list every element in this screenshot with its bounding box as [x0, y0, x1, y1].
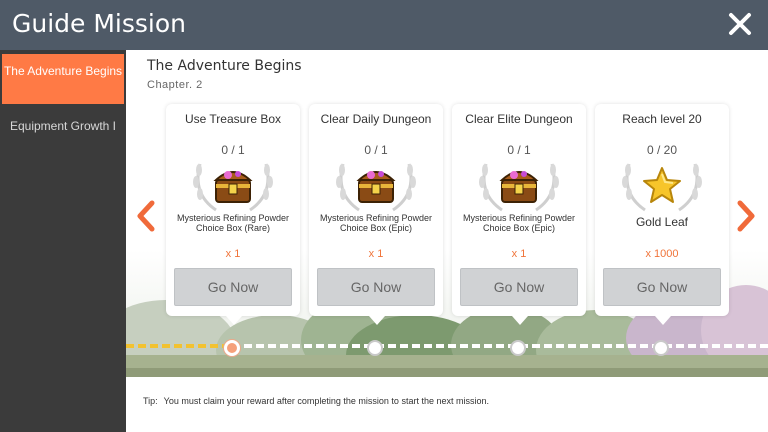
mission-progress: 0 / 1 — [507, 143, 531, 157]
mission-card: Use Treasure Box 0 / 1 Mysterious Refini… — [166, 104, 300, 325]
reward-name: Mysterious Refining Powder Choice Box (E… — [319, 213, 433, 233]
window-title: Guide Mission — [12, 9, 187, 38]
title-bar: Guide Mission — [0, 0, 768, 50]
reward-quantity: x 1 — [225, 248, 241, 260]
mission-title: Clear Daily Dungeon — [320, 112, 432, 126]
tip-message: You must claim your reward after complet… — [163, 396, 489, 406]
progress-node-current — [224, 340, 240, 356]
sidebar: The Adventure Begins Equipment Growth I — [0, 50, 126, 432]
progress-node — [367, 340, 383, 356]
chapter-subtitle: Chapter. 2 — [147, 79, 203, 91]
chevron-right-icon — [737, 200, 755, 232]
mission-progress: 0 / 1 — [221, 143, 245, 157]
mission-progress: 0 / 1 — [364, 143, 388, 157]
close-icon — [729, 13, 751, 35]
mission-title: Clear Elite Dungeon — [465, 112, 573, 126]
progress-track — [126, 344, 768, 348]
close-button[interactable] — [722, 6, 758, 42]
card-pointer — [226, 316, 242, 325]
go-now-button[interactable]: Go Now — [460, 268, 578, 306]
go-now-button[interactable]: Go Now — [603, 268, 721, 306]
progress-node — [653, 340, 669, 356]
progress-node — [510, 340, 526, 356]
main-panel: The Adventure Begins Chapter. 2 Use Trea… — [126, 50, 768, 432]
treasure-chest-icon — [193, 163, 273, 212]
card-pointer — [655, 316, 671, 325]
treasure-chest-icon — [336, 163, 416, 212]
mission-progress: 0 / 20 — [646, 143, 678, 157]
mission-title: Reach level 20 — [622, 112, 702, 126]
go-now-button[interactable]: Go Now — [174, 268, 292, 306]
card-pointer — [512, 316, 528, 325]
gold-leaf-icon — [622, 163, 702, 212]
mission-title: Use Treasure Box — [184, 112, 282, 126]
tip-text: Tip: You must claim your reward after com… — [143, 396, 495, 406]
mission-card: Clear Elite Dungeon 0 / 1 Mysterious Ref… — [452, 104, 586, 325]
chapter-title: The Adventure Begins — [147, 58, 302, 74]
next-arrow-button[interactable] — [735, 200, 757, 232]
sidebar-item-equipment-growth[interactable]: Equipment Growth I — [0, 120, 126, 133]
sidebar-item-adventure-begins[interactable]: The Adventure Begins — [2, 54, 124, 104]
go-now-button[interactable]: Go Now — [317, 268, 435, 306]
reward-name: Mysterious Refining Powder Choice Box (E… — [462, 213, 576, 233]
previous-arrow-button[interactable] — [135, 200, 157, 232]
tip-label: Tip: — [143, 396, 158, 406]
mission-card: Clear Daily Dungeon 0 / 1 Mysterious Ref… — [309, 104, 443, 325]
reward-quantity: x 1 — [511, 248, 527, 260]
card-pointer — [369, 316, 385, 325]
treasure-chest-icon — [479, 163, 559, 212]
chevron-left-icon — [137, 200, 155, 232]
reward-name: Gold Leaf — [635, 215, 689, 229]
mission-card: Reach level 20 0 / 20 Gold Leaf x 1000 G… — [595, 104, 729, 325]
reward-name: Mysterious Refining Powder Choice Box (R… — [176, 213, 290, 233]
reward-quantity: x 1000 — [645, 248, 679, 260]
reward-quantity: x 1 — [368, 248, 384, 260]
